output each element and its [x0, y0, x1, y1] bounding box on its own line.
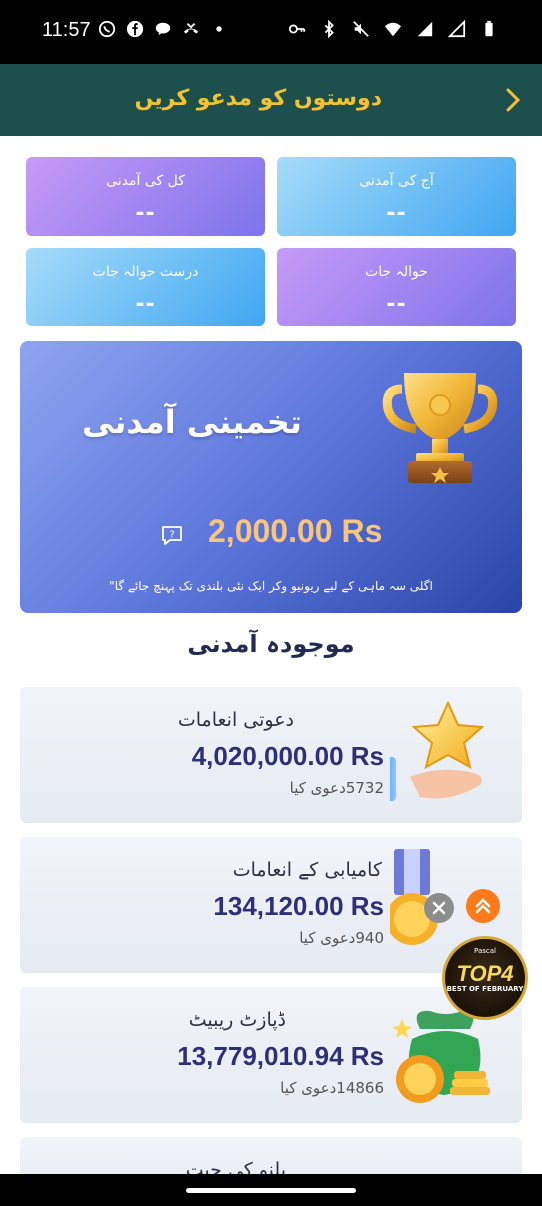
close-float-button[interactable] — [424, 893, 454, 923]
estimated-earnings-card: تخمینی آمدنی ? 2,000.00 Rs اگلی سہ ماہی … — [20, 341, 522, 613]
promo-subtitle: BEST OF FEBRUARY — [446, 985, 524, 993]
stat-card-valid-referrals: درست حوالہ جات -- — [26, 248, 265, 326]
bluetooth-icon — [320, 20, 338, 38]
battery-icon — [480, 20, 498, 38]
mute-icon — [352, 20, 370, 38]
stat-card-total-earnings: کل کی آمدنی -- — [26, 157, 265, 236]
wifi-icon — [384, 20, 402, 38]
scroll-up-button[interactable] — [466, 889, 500, 923]
notification-icons — [98, 20, 228, 38]
reward-card-invitation[interactable]: دعوتی انعامات 4,020,000.00 Rs 5732دعوی ک… — [20, 687, 522, 823]
facebook-icon — [126, 20, 144, 38]
reward-claimed: 14866دعوی کیا — [280, 1079, 384, 1097]
home-indicator[interactable] — [186, 1188, 356, 1193]
status-time: 11:57 — [42, 19, 91, 41]
trophy-icon — [380, 359, 500, 487]
svg-text:?: ? — [169, 530, 174, 541]
stat-value: -- — [386, 201, 407, 226]
current-earnings-title: موجودہ آمدنی — [187, 630, 355, 658]
stat-label: کل کی آمدنی — [106, 173, 185, 189]
missed-call-icon — [182, 20, 200, 38]
stat-value: -- — [386, 292, 407, 317]
help-icon[interactable]: ? — [160, 523, 184, 547]
chevron-right-icon[interactable] — [502, 86, 526, 114]
stat-value: -- — [135, 292, 156, 317]
reward-title: کامیابی کے انعامات — [232, 859, 382, 881]
reward-claimed: 940دعوی کیا — [299, 929, 384, 947]
stat-label: آج کی آمدنی — [359, 173, 434, 189]
stat-label: حوالہ جات — [365, 264, 428, 280]
reward-card-deposit-rebate[interactable]: ڈپازٹ ریبیٹ 13,779,010.94 Rs 14866دعوی ک… — [20, 987, 522, 1123]
stat-value: -- — [135, 201, 156, 226]
reward-amount: 4,020,000.00 Rs — [191, 741, 384, 771]
stat-card-referrals: حوالہ جات -- — [277, 248, 516, 326]
dot-icon — [210, 20, 228, 38]
reward-claimed: 5732دعوی کیا — [289, 779, 384, 797]
reward-amount: 134,120.00 Rs — [213, 891, 384, 921]
stat-label: درست حوالہ جات — [92, 264, 199, 280]
system-icons — [288, 20, 498, 38]
chat-icon — [154, 20, 172, 38]
reward-title: ڈپازٹ ریبیٹ — [188, 1009, 286, 1031]
page-title: دوستوں کو مدعو کریں — [134, 86, 382, 111]
promo-headline: TOP4 — [456, 961, 514, 986]
whatsapp-icon — [98, 20, 116, 38]
system-nav-bar — [0, 1174, 542, 1206]
stat-card-today-earnings: آج کی آمدنی -- — [277, 157, 516, 236]
star-hand-icon — [380, 699, 502, 811]
estimate-amount: 2,000.00 Rs — [208, 513, 383, 549]
reward-amount: 13,779,010.94 Rs — [177, 1041, 384, 1071]
key-icon — [288, 20, 306, 38]
reward-title: دعوتی انعامات — [177, 709, 294, 731]
signal-icon — [416, 20, 434, 38]
status-bar: 11:57 — [0, 0, 542, 64]
promo-brand: Pascal — [474, 947, 496, 955]
estimate-title: تخمینی آمدنی — [82, 403, 302, 441]
signal-icon-2 — [448, 20, 466, 38]
promo-badge[interactable]: Pascal TOP4 BEST OF FEBRUARY — [442, 936, 528, 1020]
estimate-note: اگلی سہ ماہی کے لیے ریونیو وکر ایک نئی ب… — [109, 579, 433, 593]
invite-friends-header[interactable]: دوستوں کو مدعو کریں — [0, 64, 542, 136]
